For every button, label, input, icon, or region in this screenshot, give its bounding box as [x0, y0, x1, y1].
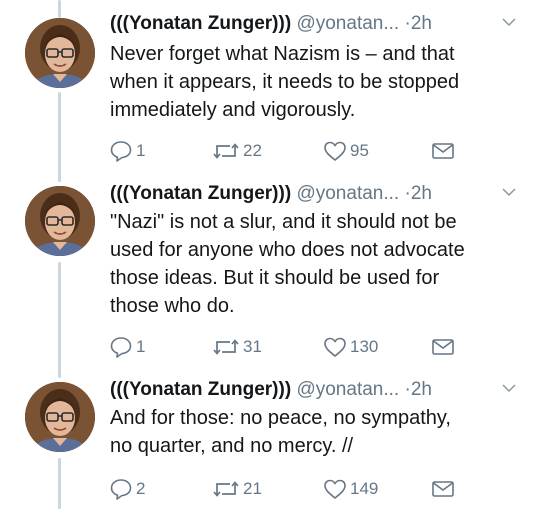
avatar[interactable]: [25, 18, 95, 88]
dm-button[interactable]: [431, 138, 458, 164]
dm-button[interactable]: [431, 476, 458, 502]
tweet-text-line: those ideas. But it should be used for: [110, 267, 440, 289]
tweet-actions: 1 22 95: [0, 138, 540, 164]
chevron-down-icon[interactable]: [501, 184, 517, 200]
timestamp[interactable]: 2h: [411, 379, 432, 400]
tweet-actions: 1 31 130: [0, 334, 540, 360]
chevron-down-icon[interactable]: [501, 380, 517, 396]
tweet-text-line: And for those: no peace, no sympathy,: [110, 407, 451, 429]
like-count: 149: [350, 479, 379, 498]
reply-button[interactable]: 1: [109, 138, 145, 164]
chevron-down-icon[interactable]: [501, 14, 517, 30]
timestamp[interactable]: 2h: [411, 13, 432, 34]
like-count: 130: [350, 337, 379, 356]
author-handle[interactable]: @yonatan...: [296, 379, 399, 400]
like-count: 95: [350, 141, 369, 160]
heart-icon: [324, 337, 346, 357]
like-button[interactable]: 95: [323, 138, 369, 164]
retweet-button[interactable]: 22: [212, 138, 262, 164]
reply-icon: [110, 479, 132, 500]
tweet-header: (((Yonatan Zunger))) @yonatan... ·2h: [110, 10, 432, 38]
tweet-text-line: no quarter, and no mercy. //: [110, 435, 354, 457]
tweet-text-line: "Nazi" is not a slur, and it should not …: [110, 211, 457, 233]
dm-button[interactable]: [431, 334, 458, 360]
tweet[interactable]: (((Yonatan Zunger))) @yonatan... ·2h Nev…: [0, 8, 540, 168]
like-button[interactable]: 149: [323, 476, 378, 502]
retweet-icon: [213, 143, 239, 159]
author-handle[interactable]: @yonatan...: [296, 13, 399, 34]
reply-count: 1: [136, 141, 146, 160]
heart-icon: [324, 141, 346, 161]
retweet-count: 22: [243, 141, 262, 160]
author-name[interactable]: (((Yonatan Zunger))): [110, 379, 291, 400]
like-button[interactable]: 130: [323, 334, 378, 360]
avatar[interactable]: [25, 186, 95, 256]
tweet-text-line: used for anyone who does not advocate: [110, 239, 465, 261]
heart-icon: [324, 479, 346, 499]
retweet-icon: [213, 481, 239, 497]
tweet[interactable]: (((Yonatan Zunger))) @yonatan... ·2h "Na…: [0, 178, 540, 366]
reply-button[interactable]: 1: [109, 334, 145, 360]
envelope-icon: [432, 143, 454, 159]
tweet-header: (((Yonatan Zunger))) @yonatan... ·2h: [110, 180, 432, 208]
tweet-text-line: immediately and vigorously.: [110, 99, 356, 121]
retweet-button[interactable]: 31: [212, 334, 262, 360]
retweet-icon: [213, 339, 239, 355]
author-handle[interactable]: @yonatan...: [296, 183, 399, 204]
reply-icon: [110, 141, 132, 162]
retweet-button[interactable]: 21: [212, 476, 262, 502]
retweet-count: 21: [243, 479, 262, 498]
reply-count: 2: [136, 479, 146, 498]
timestamp[interactable]: 2h: [411, 183, 432, 204]
author-name[interactable]: (((Yonatan Zunger))): [110, 183, 291, 204]
envelope-icon: [432, 339, 454, 355]
tweet-text-line: when it appears, it needs to be stopped: [110, 71, 460, 93]
tweet-text: Never forget what Nazism is – and that w…: [110, 40, 520, 124]
reply-button[interactable]: 2: [109, 476, 145, 502]
tweet-header: (((Yonatan Zunger))) @yonatan... ·2h: [110, 376, 432, 404]
avatar[interactable]: [25, 382, 95, 452]
retweet-count: 31: [243, 337, 262, 356]
tweet-text: "Nazi" is not a slur, and it should not …: [110, 208, 520, 320]
reply-count: 1: [136, 337, 146, 356]
reply-icon: [110, 337, 132, 358]
tweet-text-line: those who do.: [110, 295, 235, 317]
tweet-text-line: Never forget what Nazism is – and that: [110, 43, 455, 65]
envelope-icon: [432, 481, 454, 497]
tweet-actions: 2 21 149: [0, 476, 540, 502]
tweet-text: And for those: no peace, no sympathy, no…: [110, 404, 520, 460]
author-name[interactable]: (((Yonatan Zunger))): [110, 13, 291, 34]
tweet[interactable]: (((Yonatan Zunger))) @yonatan... ·2h And…: [0, 376, 540, 506]
